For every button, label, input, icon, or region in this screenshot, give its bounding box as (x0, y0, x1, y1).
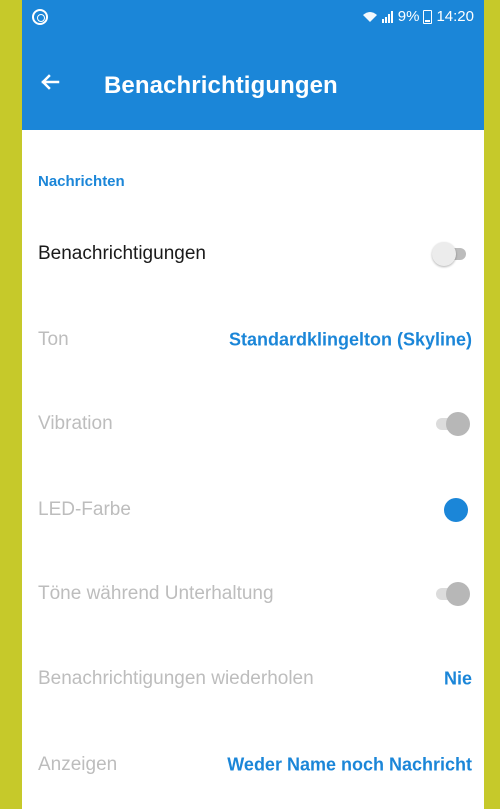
notifications-switch[interactable] (432, 241, 470, 267)
row-label: Benachrichtigungen (38, 243, 206, 264)
row-label: Benachrichtigungen wiederholen (38, 668, 314, 689)
data-saver-icon (32, 9, 48, 25)
switch-thumb (432, 242, 456, 266)
section-title: Nachrichten (38, 173, 125, 190)
battery-percent: 9% (397, 8, 420, 25)
row-label: Ton (38, 329, 69, 350)
phone-screen: 9% 14:20 Benachrichtigungen Nachrichten … (22, 0, 484, 809)
row-sounds-in-conversation[interactable]: Töne während Unterhaltung (22, 568, 484, 620)
back-arrow-icon[interactable] (38, 70, 62, 94)
row-label: Töne während Unterhaltung (38, 583, 274, 604)
vibration-switch[interactable] (432, 411, 470, 437)
row-display[interactable]: Anzeigen Weder Name noch Nachricht (22, 739, 484, 791)
battery-icon (423, 9, 433, 24)
row-vibration[interactable]: Vibration (22, 398, 484, 450)
repeat-notifications-value[interactable]: Nie (444, 669, 472, 690)
row-repeat-notifications[interactable]: Benachrichtigungen wiederholen Nie (22, 653, 484, 705)
wifi-icon (362, 11, 378, 23)
row-label: Vibration (38, 413, 113, 434)
row-led-color[interactable]: LED-Farbe (22, 484, 484, 536)
signal-icon (381, 10, 394, 23)
sounds-in-conversation-switch[interactable] (432, 581, 470, 607)
display-value[interactable]: Weder Name noch Nachricht (227, 755, 472, 776)
row-label: Anzeigen (38, 754, 118, 775)
status-bar: 9% 14:20 (22, 0, 484, 36)
sound-value[interactable]: Standardklingelton (Skyline) (229, 330, 472, 351)
row-label: LED-Farbe (38, 499, 131, 520)
led-color-swatch[interactable] (444, 498, 468, 522)
switch-thumb (446, 582, 470, 606)
page-title: Benachrichtigungen (104, 72, 338, 99)
switch-thumb (446, 412, 470, 436)
status-right: 9% 14:20 (362, 8, 474, 25)
row-notifications[interactable]: Benachrichtigungen (22, 228, 484, 280)
status-time: 14:20 (436, 8, 474, 25)
app-bar: Benachrichtigungen (22, 36, 484, 130)
row-sound[interactable]: Ton Standardklingelton (Skyline) (22, 314, 484, 366)
